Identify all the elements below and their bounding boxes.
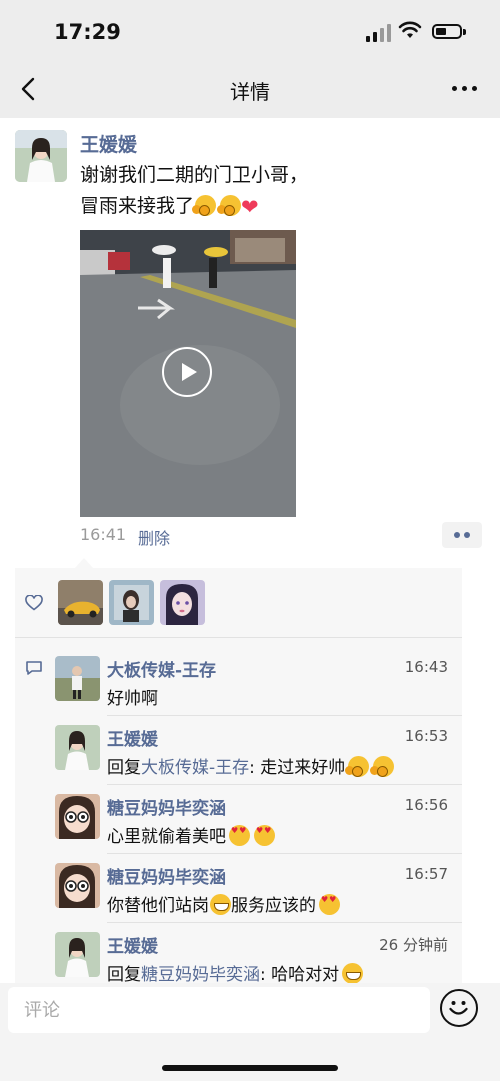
reply-to-name[interactable]: 糖豆妈妈毕奕涵 [141,965,260,985]
hug-emoji-icon [345,756,370,777]
play-icon[interactable] [162,347,212,397]
grin-emoji-icon [342,963,364,984]
heart-eyes-emoji-icon [319,894,340,915]
comment-item[interactable]: 糖豆妈妈毕奕涵 16:56 心里就偷着美吧 [55,784,462,862]
commenter-name[interactable]: 王媛媛 [107,725,158,750]
comment-input-bar [0,983,500,1081]
more-actions-button[interactable] [442,522,482,548]
comment-item[interactable]: 大板传媒-王存 16:43 好帅啊 [55,656,462,724]
comment-time: 16:56 [404,796,448,814]
hug-emoji-icon [370,756,395,777]
reply-text: : 哈哈对对 [260,965,340,985]
commenter-name[interactable]: 糖豆妈妈毕奕涵 [107,794,226,819]
author-avatar[interactable] [15,130,67,182]
video-thumbnail[interactable] [80,230,296,517]
post-text-line1: 谢谢我们二期的门卫小哥， [80,164,309,186]
cellular-signal-icon [366,24,392,42]
reply-prefix: 回复 [107,965,141,985]
commenter-name[interactable]: 大板传媒-王存 [107,656,216,681]
reply-to-name[interactable]: 大板传媒-王存 [141,758,249,778]
commenter-name[interactable]: 王媛媛 [107,932,158,957]
comment-text: 心里就偷着美吧 [107,822,275,847]
wifi-icon [398,21,422,38]
comment-input[interactable] [8,987,430,1033]
like-avatar[interactable] [160,580,205,625]
battery-icon [432,24,466,39]
comment-icon [26,661,42,675]
comment-divider [107,715,462,716]
reply-prefix: 回复 [107,758,141,778]
hug-emoji-icon [217,195,242,216]
comment-time: 16:53 [404,727,448,745]
smiley-icon[interactable] [440,989,478,1027]
page-title: 详情 [230,80,270,104]
post-text-line2-text: 冒雨来接我了 [80,195,195,217]
commenter-avatar[interactable] [55,863,100,908]
like-avatar[interactable] [109,580,154,625]
reply-text: : 走过来好帅 [249,758,346,778]
ellipsis-icon[interactable] [448,76,480,100]
comment-divider [107,784,462,785]
heart-outline-icon [25,595,43,611]
comment-text: 你替他们站岗 服务应该的 [107,891,340,916]
post-text: 谢谢我们二期的门卫小哥， 冒雨来接我了 ❤ [80,160,480,223]
comment-text: 回复糖豆妈妈毕奕涵: 哈哈对对 [107,960,364,985]
comment-text-body: 心里就偷着美吧 [107,827,226,847]
nav-bar: 详情 [0,62,500,118]
commenter-avatar[interactable] [55,932,100,977]
grin-emoji-icon [210,894,231,915]
post-text-line2: 冒雨来接我了 ❤ [80,191,480,223]
comment-text: 好帅啊 [107,689,158,709]
comment-text-body-2: 服务应该的 [231,896,316,916]
hug-emoji-icon [192,195,217,216]
home-indicator [162,1065,338,1071]
post-author[interactable]: 王媛媛 [80,130,137,157]
status-time: 17:29 [54,20,121,44]
divider [15,637,462,638]
comment-time: 16:57 [404,865,448,883]
comment-item[interactable]: 糖豆妈妈毕奕涵 16:57 你替他们站岗 服务应该的 [55,853,462,931]
like-avatar[interactable] [58,580,103,625]
commenter-name[interactable]: 糖豆妈妈毕奕涵 [107,863,226,888]
commenter-avatar[interactable] [55,656,100,701]
commenter-avatar[interactable] [55,725,100,770]
delete-link[interactable]: 删除 [138,525,170,549]
comment-time: 26 分钟前 [379,936,448,954]
comment-time: 16:43 [404,658,448,676]
status-bar: 17:29 [0,0,500,62]
heart-eyes-emoji-icon [254,825,275,846]
interaction-panel: 大板传媒-王存 16:43 好帅啊 王媛媛 16:53 回复大板传媒-王存: 走… [15,558,462,988]
comment-text: 回复大板传媒-王存: 走过来好帅 [107,753,395,778]
heart-eyes-emoji-icon [229,825,250,846]
commenter-avatar[interactable] [55,794,100,839]
post-timestamp: 16:41 [80,525,127,544]
comment-divider [107,853,462,854]
comment-divider [107,922,462,923]
comment-item[interactable]: 王媛媛 16:53 回复大板传媒-王存: 走过来好帅 [55,715,462,793]
red-heart-icon: ❤ [241,195,259,219]
comment-text-body: 你替他们站岗 [107,896,209,916]
